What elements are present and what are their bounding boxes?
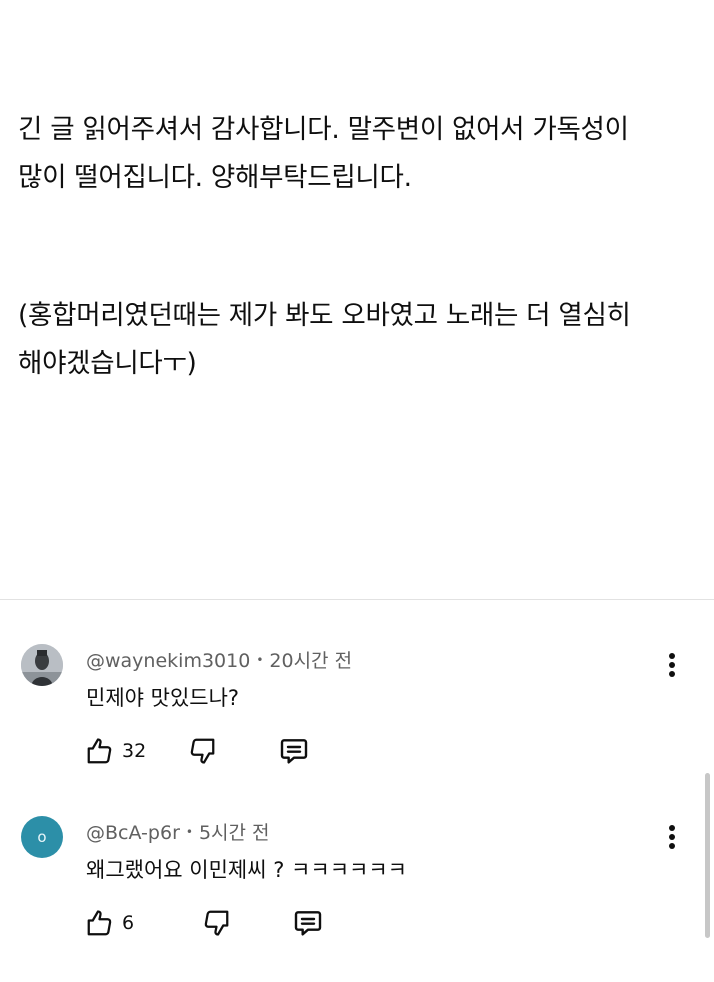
comment-actions: 6 bbox=[84, 906, 324, 940]
comment-reply-icon bbox=[294, 911, 322, 936]
avatar[interactable]: o bbox=[21, 816, 63, 858]
like-count: 6 bbox=[122, 912, 135, 934]
comment-meta: @BcA-p6r • 5시간 전 bbox=[86, 818, 270, 845]
thumbs-down-icon bbox=[204, 910, 229, 936]
post-body: 긴 글 읽어주셔서 감사합니다. 말주변이 없어서 가독성이 많이 떨어집니다.… bbox=[18, 106, 698, 388]
comment-meta: @waynekim3010 • 20시간 전 bbox=[86, 646, 352, 673]
avatar-letter: o bbox=[37, 828, 47, 846]
dislike-button[interactable] bbox=[188, 736, 218, 766]
comment-text: 왜그랬어요 이민제씨 ? ㅋㅋㅋㅋㅋㅋ bbox=[86, 858, 407, 882]
comment-item: o @BcA-p6r • 5시간 전 왜그랬어요 이민제씨 ? ㅋㅋㅋㅋㅋㅋ 6 bbox=[0, 812, 714, 982]
reply-button[interactable] bbox=[278, 735, 310, 767]
like-button[interactable]: 32 bbox=[84, 736, 160, 766]
thumbs-up-icon bbox=[87, 910, 112, 936]
thumbs-up-icon bbox=[87, 738, 112, 764]
comment-reply-icon bbox=[280, 739, 308, 764]
post-paragraph-1: 긴 글 읽어주셔서 감사합니다. 말주변이 없어서 가독성이 많이 떨어집니다.… bbox=[18, 114, 629, 193]
more-vertical-icon bbox=[669, 653, 675, 677]
comment-item: @waynekim3010 • 20시간 전 민제야 맛있드나? 32 bbox=[0, 640, 714, 810]
avatar-photo-icon bbox=[21, 644, 63, 686]
meta-separator: • bbox=[256, 653, 264, 667]
scrollbar-thumb[interactable] bbox=[705, 773, 710, 938]
meta-separator: • bbox=[185, 825, 193, 839]
comment-author[interactable]: @BcA-p6r bbox=[86, 822, 180, 844]
reply-button[interactable] bbox=[292, 907, 324, 939]
more-options-button[interactable] bbox=[660, 648, 684, 682]
like-button[interactable]: 6 bbox=[84, 908, 160, 938]
avatar[interactable] bbox=[21, 644, 63, 686]
section-divider bbox=[0, 599, 714, 600]
comment-time: 5시간 전 bbox=[198, 822, 270, 844]
more-options-button[interactable] bbox=[660, 820, 684, 854]
comment-actions: 32 bbox=[84, 734, 310, 768]
comment-author[interactable]: @waynekim3010 bbox=[86, 650, 250, 672]
comment-text: 민제야 맛있드나? bbox=[86, 686, 240, 710]
like-count: 32 bbox=[122, 740, 147, 762]
dislike-button[interactable] bbox=[202, 908, 232, 938]
more-vertical-icon bbox=[669, 825, 675, 849]
comment-time: 20시간 전 bbox=[269, 650, 353, 672]
thumbs-down-icon bbox=[190, 738, 215, 764]
post-paragraph-2: (홍합머리였던때는 제가 봐도 오바였고 노래는 더 열심히 해야겠습니다ㅜ) bbox=[18, 300, 631, 379]
